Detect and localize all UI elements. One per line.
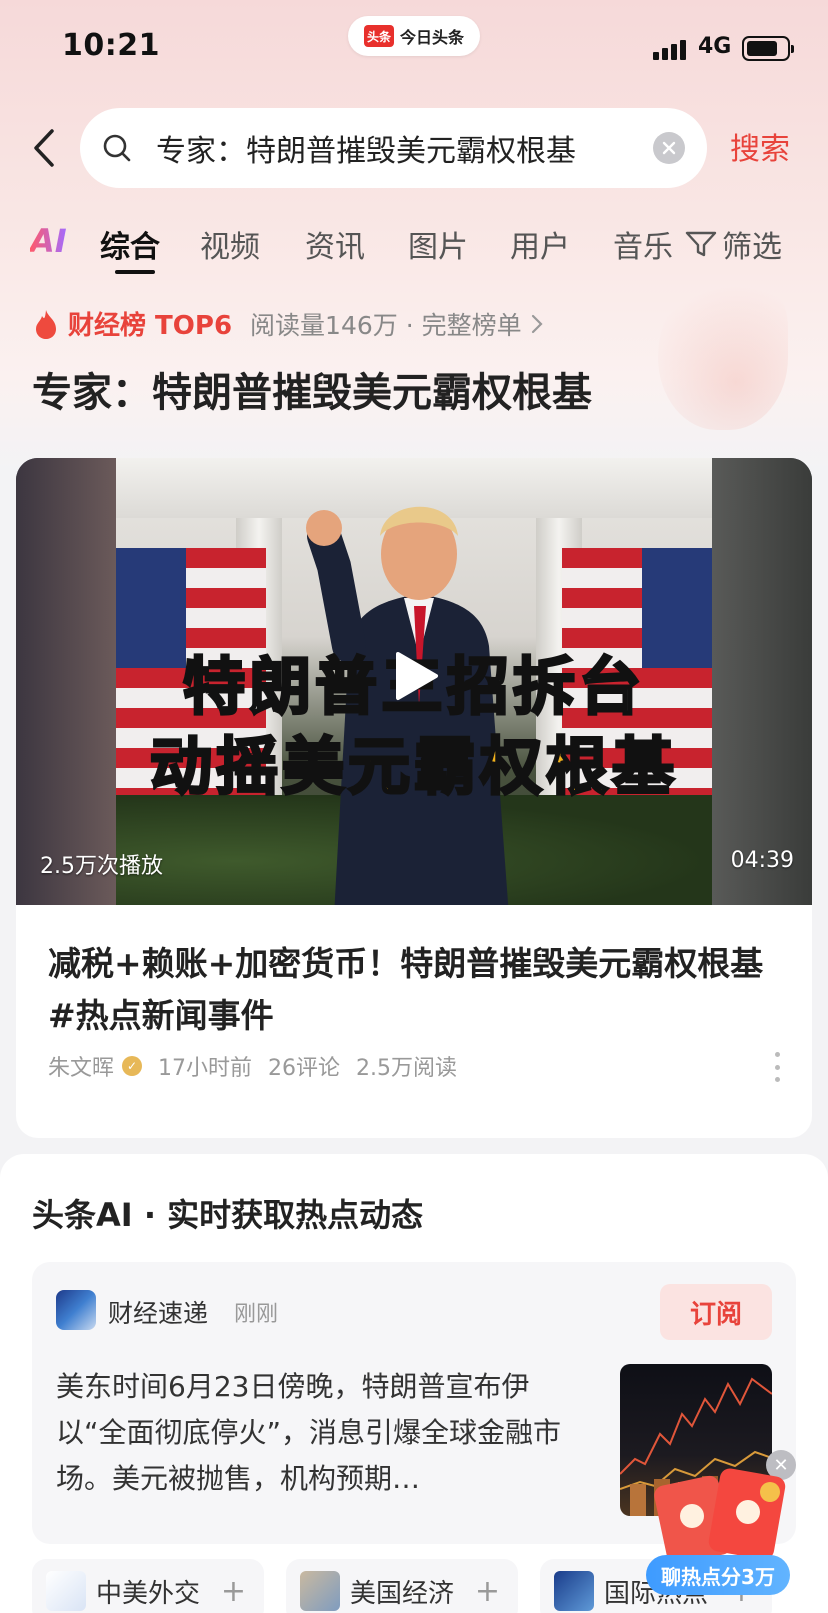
search-tabs: AI 综合 视频 资讯 图片 用户 音乐 筛选 <box>0 212 828 282</box>
video-title[interactable]: 减税+赖账+加密货币！特朗普摧毁美元霸权根基 #热点新闻事件 <box>48 938 778 1042</box>
chevron-left-icon <box>34 129 54 167</box>
chat-reward-label[interactable]: 聊热点分3万 <box>646 1555 790 1595</box>
search-icon <box>103 134 131 162</box>
verified-badge-icon: ✓ <box>122 1056 143 1076</box>
active-tab-indicator <box>115 270 155 274</box>
app-indicator[interactable]: 头条 今日头条 <box>348 16 480 56</box>
source-name[interactable]: 财经速递 <box>108 1294 208 1330</box>
play-count: 2.5万次播放 <box>40 854 163 879</box>
search-submit-button[interactable]: 搜索 <box>730 124 790 168</box>
filter-label: 筛选 <box>722 230 782 265</box>
app-name: 今日头条 <box>399 28 464 47</box>
topic-chip-us-economy[interactable]: 美国经济 + <box>286 1559 518 1613</box>
plus-icon[interactable]: + <box>221 1574 246 1609</box>
video-duration: 04:39 <box>730 848 794 873</box>
play-icon[interactable] <box>394 650 440 702</box>
more-options-button[interactable] <box>772 1052 782 1082</box>
filter-button[interactable]: 筛选 <box>684 222 782 266</box>
search-input[interactable]: 专家：特朗普摧毁美元霸权根基 <box>80 108 707 188</box>
tab-news[interactable]: 资讯 <box>305 222 365 266</box>
status-bar: 10:21 头条 今日头条 4G <box>0 0 828 95</box>
signal-icon <box>653 38 689 60</box>
author-name[interactable]: 朱文晖 <box>48 1050 114 1082</box>
video-card[interactable]: 特朗普三招拆台 动摇美元霸权根基 2.5万次播放 04:39 减税+赖账+加密货… <box>16 458 812 1138</box>
network-type: 4G <box>698 34 732 59</box>
chip-label: 中美外交 <box>96 1578 201 1609</box>
read-count: 2.5万阅读 <box>356 1056 458 1081</box>
video-overlay-line2: 动摇美元霸权根基 <box>148 729 678 805</box>
search-query[interactable]: 专家：特朗普摧毁美元霸权根基 <box>156 126 653 170</box>
video-thumbnail[interactable]: 特朗普三招拆台 动摇美元霸权根基 2.5万次播放 04:39 <box>16 458 812 905</box>
tab-images[interactable]: 图片 <box>408 222 468 266</box>
hot-rank-meta: 阅读量146万 · 完整榜单 <box>250 310 522 340</box>
topic-chip-china-us-diplomacy[interactable]: 中美外交 + <box>32 1559 264 1613</box>
flame-icon <box>36 309 56 339</box>
chevron-right-icon <box>531 314 543 333</box>
status-time: 10:21 <box>62 28 160 63</box>
subscribe-button[interactable]: 订阅 <box>660 1284 772 1340</box>
tab-video[interactable]: 视频 <box>200 222 260 266</box>
clear-search-button[interactable] <box>653 132 685 164</box>
ai-section-heading: 头条AI · 实时获取热点动态 <box>32 1196 424 1234</box>
tab-ai[interactable]: AI <box>30 222 67 260</box>
news-icon <box>554 1571 594 1611</box>
tab-users[interactable]: 用户 <box>510 222 570 266</box>
hot-rank-badge: 财经榜 TOP6 <box>68 311 233 341</box>
news-icon <box>46 1571 86 1611</box>
battery-icon <box>742 36 794 61</box>
filter-icon <box>685 231 717 257</box>
hot-rank-line[interactable]: 财经榜 TOP6 阅读量146万 · 完整榜单 <box>32 305 544 342</box>
app-logo-icon: 头条 <box>363 25 394 47</box>
money-icon <box>300 1571 340 1611</box>
video-meta: 朱文晖 ✓ 17小时前 26评论 2.5万阅读 <box>48 1050 457 1082</box>
tab-music[interactable]: 音乐 <box>613 222 673 266</box>
publish-time: 17小时前 <box>158 1056 253 1081</box>
source-time: 刚刚 <box>234 1302 279 1327</box>
hot-topic-title[interactable]: 专家：特朗普摧毁美元霸权根基 <box>32 360 592 418</box>
comment-count: 26评论 <box>268 1056 341 1081</box>
ai-summary-text[interactable]: 美东时间6月23日傍晚，特朗普宣布伊以“全面彻底停火”，消息引爆全球金融市场。美… <box>56 1364 586 1502</box>
tab-comprehensive[interactable]: 综合 <box>100 222 160 266</box>
source-avatar[interactable] <box>56 1290 96 1330</box>
back-button[interactable] <box>24 120 64 176</box>
plus-icon[interactable]: + <box>475 1574 500 1609</box>
chip-label: 美国经济 <box>350 1578 455 1609</box>
close-icon <box>662 141 676 155</box>
